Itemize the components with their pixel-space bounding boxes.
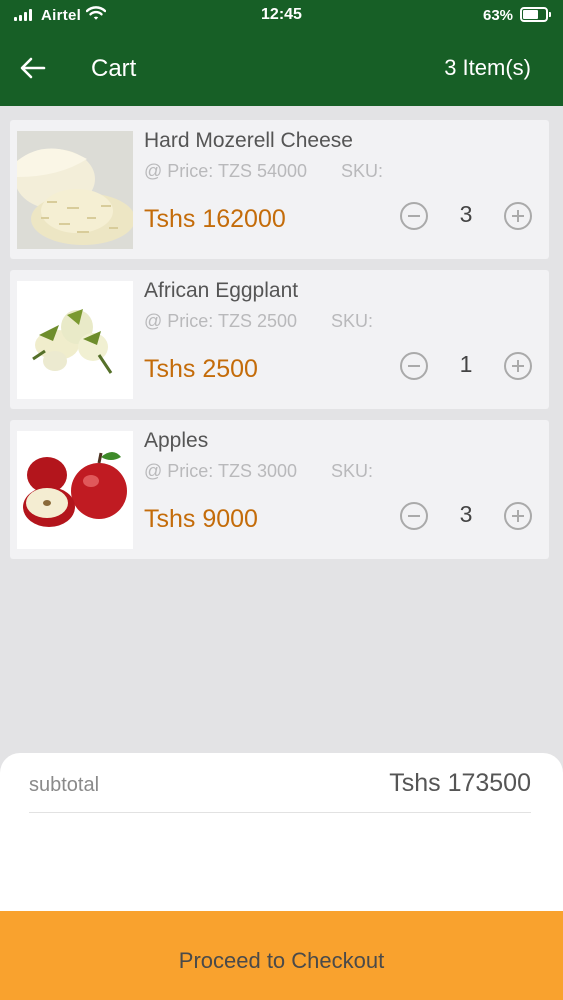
product-meta: @ Price: TZS 2500 SKU:	[144, 311, 373, 332]
cart-item: Apples @ Price: TZS 3000 SKU: Tshs 9000 3	[10, 420, 549, 559]
battery-icon	[520, 7, 551, 22]
product-name: African Eggplant	[144, 279, 299, 302]
product-name: Apples	[144, 429, 209, 452]
quantity-value: 3	[459, 501, 473, 527]
quantity-value: 1	[459, 351, 473, 377]
subtotal-value: Tshs 173500	[389, 769, 531, 797]
product-meta: @ Price: TZS 54000 SKU:	[144, 161, 383, 182]
increase-quantity-button[interactable]	[504, 352, 532, 380]
product-image-apples	[17, 431, 133, 549]
cart-item: Hard Mozerell Cheese @ Price: TZS 54000 S…	[10, 120, 549, 259]
product-meta: @ Price: TZS 3000 SKU:	[144, 461, 373, 482]
back-button[interactable]	[14, 52, 50, 84]
increase-quantity-button[interactable]	[504, 202, 532, 230]
sku-label: SKU:	[331, 311, 374, 331]
cart-item: African Eggplant @ Price: TZS 2500 SKU: T…	[10, 270, 549, 409]
cart-list: Hard Mozerell Cheese @ Price: TZS 54000 S…	[10, 120, 549, 570]
status-time: 12:45	[261, 6, 302, 23]
increase-quantity-button[interactable]	[504, 502, 532, 530]
line-total: Tshs 2500	[144, 355, 258, 383]
line-total: Tshs 9000	[144, 505, 258, 533]
subtotal-label: subtotal	[29, 774, 100, 796]
page-title: Cart	[91, 55, 137, 82]
app-bar: Airtel 12:45 63% Cart 3 Item(s)	[0, 0, 563, 106]
cart-item-count: 3 Item(s)	[444, 55, 531, 80]
product-image-eggplant	[17, 281, 133, 399]
sku-label: SKU:	[331, 461, 374, 481]
quantity-stepper: 3	[400, 500, 532, 530]
decrease-quantity-button[interactable]	[400, 352, 428, 380]
product-name: Hard Mozerell Cheese	[144, 129, 353, 152]
battery-percent: 63%	[483, 7, 514, 24]
unit-price: @ Price: TZS 54000	[144, 161, 308, 181]
quantity-stepper: 1	[400, 350, 532, 380]
sku-label: SKU:	[341, 161, 384, 181]
quantity-value: 3	[459, 201, 473, 227]
proceed-to-checkout-button[interactable]: Proceed to Checkout	[0, 911, 563, 1000]
unit-price: @ Price: TZS 3000	[144, 461, 297, 481]
status-bar: Airtel 12:45 63%	[0, 0, 563, 32]
unit-price: @ Price: TZS 2500	[144, 311, 297, 331]
quantity-stepper: 3	[400, 200, 532, 230]
line-total: Tshs 162000	[144, 205, 286, 233]
decrease-quantity-button[interactable]	[400, 202, 428, 230]
product-image-cheese	[17, 131, 133, 249]
decrease-quantity-button[interactable]	[400, 502, 428, 530]
divider	[29, 812, 531, 813]
arrow-left-icon	[20, 57, 46, 79]
